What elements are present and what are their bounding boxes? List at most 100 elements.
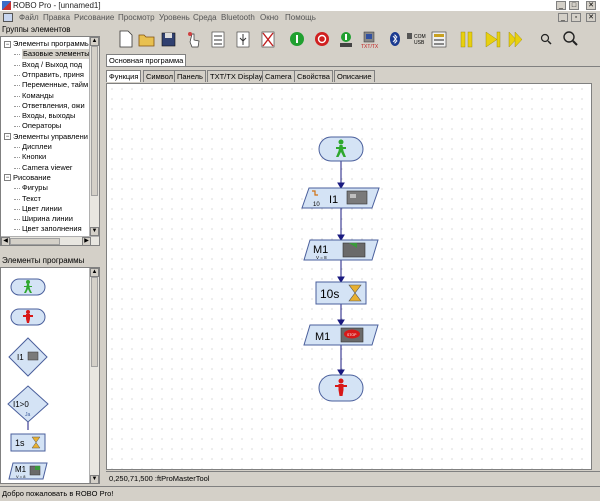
program-canvas[interactable]: 10 I1 M1 V = 8 10s M1 STOP bbox=[106, 83, 592, 470]
tab-txt-display[interactable]: TXT/TX Display bbox=[207, 70, 266, 82]
close-icon[interactable]: ✕ bbox=[586, 1, 596, 10]
menu-environment[interactable]: Среда bbox=[193, 11, 217, 24]
flow-wait-input-block[interactable]: 10 I1 bbox=[301, 187, 380, 209]
scroll-down-icon[interactable]: ▼ bbox=[90, 475, 99, 483]
step-icon[interactable] bbox=[485, 31, 501, 48]
start-icon[interactable] bbox=[290, 32, 304, 46]
menu-bluetooth[interactable]: Bluetooth bbox=[221, 11, 255, 24]
tree-item[interactable]: Цвет заполнения bbox=[22, 224, 82, 234]
tab-description[interactable]: Описание bbox=[334, 70, 375, 82]
save-icon[interactable] bbox=[161, 32, 176, 47]
tree-item[interactable]: Вход / Выход под bbox=[22, 60, 82, 70]
tab-properties[interactable]: Свойства bbox=[294, 70, 333, 82]
palette-wait-input-element[interactable]: I1 bbox=[8, 337, 48, 377]
scroll-up-icon[interactable]: ▲ bbox=[90, 268, 99, 277]
scroll-thumb[interactable] bbox=[91, 46, 98, 196]
tree-item[interactable]: Элементы программы bbox=[13, 39, 90, 49]
step-over-icon[interactable] bbox=[508, 31, 523, 48]
palette-motor-element[interactable]: M1 V = 8 bbox=[8, 462, 48, 480]
tree-item[interactable]: Элементы управлени bbox=[13, 132, 88, 142]
tree-item[interactable]: Ширина линии bbox=[22, 214, 73, 224]
tab-divider bbox=[106, 66, 600, 67]
scroll-thumb[interactable] bbox=[10, 238, 60, 245]
tree-horizontal-scrollbar[interactable]: ◀ ▶ bbox=[1, 236, 99, 245]
test-panel-icon[interactable] bbox=[431, 31, 447, 48]
flow-delay-block[interactable]: 10s bbox=[315, 281, 367, 305]
elements-panel-title: Элементы программы bbox=[0, 256, 100, 267]
tree-item[interactable]: Дисплеи bbox=[22, 142, 52, 152]
tree-connector bbox=[14, 105, 20, 107]
scroll-left-icon[interactable]: ◀ bbox=[1, 237, 10, 245]
touch-icon[interactable] bbox=[188, 32, 200, 48]
mdi-minimize-icon[interactable]: _ bbox=[558, 13, 568, 22]
tab-function[interactable]: Функция bbox=[106, 70, 142, 82]
download-icon[interactable] bbox=[340, 32, 352, 47]
svg-text:USB: USB bbox=[414, 40, 425, 46]
delete-connections-icon[interactable] bbox=[236, 31, 250, 48]
tab-panel[interactable]: Панель bbox=[174, 70, 206, 82]
zoom-icon[interactable] bbox=[540, 33, 552, 45]
menu-help[interactable]: Помощь bbox=[285, 11, 316, 24]
scroll-up-icon[interactable]: ▲ bbox=[90, 37, 99, 46]
tree-item[interactable]: Входы, выходы bbox=[22, 111, 75, 121]
tree-item[interactable]: Операторы bbox=[22, 121, 61, 131]
motor-arrow-icon bbox=[35, 466, 40, 470]
palette-branch-label: I1>0 bbox=[13, 400, 29, 409]
stop-icon[interactable] bbox=[315, 32, 329, 46]
flow-end-block[interactable] bbox=[318, 374, 364, 402]
palette-start-element[interactable] bbox=[10, 278, 46, 296]
tree-item[interactable]: Camera viewer bbox=[22, 163, 72, 173]
tree-connector bbox=[14, 157, 20, 159]
tree-item[interactable]: Ответвления, ожи bbox=[22, 101, 85, 111]
menu-edit[interactable]: Правка bbox=[43, 11, 70, 24]
tree-item[interactable]: Команды bbox=[22, 91, 54, 101]
tree-vertical-scrollbar[interactable]: ▲ ▼ bbox=[89, 37, 99, 236]
zoom-out-icon[interactable] bbox=[563, 31, 578, 46]
com-usb-icon[interactable]: COMUSB bbox=[407, 33, 426, 46]
tree-expand-icon[interactable]: − bbox=[4, 133, 11, 141]
tree-expand-icon[interactable]: − bbox=[4, 174, 11, 182]
tree-connector bbox=[14, 54, 20, 56]
palette-branch-element[interactable]: I1>0 Ja bbox=[7, 385, 49, 430]
menu-level[interactable]: Уровень bbox=[159, 11, 190, 24]
pause-icon[interactable] bbox=[460, 31, 473, 48]
tree-item[interactable]: Отправить, приня bbox=[22, 70, 84, 80]
bluetooth-icon[interactable] bbox=[390, 32, 400, 46]
palette-vertical-scrollbar[interactable]: ▲ ▼ bbox=[89, 268, 99, 483]
maximize-icon[interactable]: □ bbox=[569, 1, 579, 10]
open-icon[interactable] bbox=[138, 34, 155, 47]
tab-main-program[interactable]: Основная программа bbox=[106, 54, 187, 66]
flow-start-block[interactable] bbox=[318, 136, 364, 162]
menu-view[interactable]: Просмотр bbox=[118, 11, 155, 24]
mdi-close-icon[interactable]: ✕ bbox=[586, 13, 596, 22]
flow-motor-stop-block[interactable]: M1 STOP bbox=[303, 324, 379, 346]
delete-icon[interactable] bbox=[261, 31, 275, 48]
new-icon[interactable] bbox=[119, 30, 133, 48]
palette-delay-element[interactable]: 1s bbox=[10, 433, 46, 452]
palette-stop-element[interactable] bbox=[10, 308, 46, 326]
minimize-icon[interactable]: _ bbox=[556, 1, 566, 10]
menu-draw[interactable]: Рисование bbox=[74, 11, 114, 24]
tree-item[interactable]: Текст bbox=[22, 194, 41, 204]
tree-item[interactable]: Переменные, тайм bbox=[22, 80, 88, 90]
scroll-right-icon[interactable]: ▶ bbox=[82, 237, 91, 245]
tree-expand-icon[interactable]: − bbox=[4, 40, 11, 48]
tree-item[interactable]: Кнопки bbox=[22, 152, 46, 162]
document-icon[interactable] bbox=[3, 13, 13, 22]
tab-symbol[interactable]: Символ bbox=[143, 70, 177, 82]
tree-item[interactable]: Цвет линии bbox=[22, 204, 62, 214]
tree-connector bbox=[14, 229, 20, 231]
flow-motor-on-block[interactable]: M1 V = 8 bbox=[303, 239, 379, 261]
scroll-thumb[interactable] bbox=[91, 277, 98, 367]
scroll-down-icon[interactable]: ▼ bbox=[90, 227, 99, 236]
align-icon[interactable] bbox=[211, 31, 225, 48]
txt-icon[interactable]: TXT/TX bbox=[361, 31, 379, 50]
mdi-restore-icon[interactable]: ▫ bbox=[571, 13, 581, 22]
menu-window[interactable]: Окно bbox=[260, 11, 279, 24]
tree-item[interactable]: Рисование bbox=[13, 173, 51, 183]
tree-item[interactable]: Фигуры bbox=[22, 183, 48, 193]
menu-file[interactable]: Файл bbox=[19, 11, 39, 24]
tab-camera[interactable]: Camera bbox=[262, 70, 295, 82]
tree-item[interactable]: Базовые элементы bbox=[22, 49, 91, 60]
tree-connector bbox=[14, 126, 20, 128]
